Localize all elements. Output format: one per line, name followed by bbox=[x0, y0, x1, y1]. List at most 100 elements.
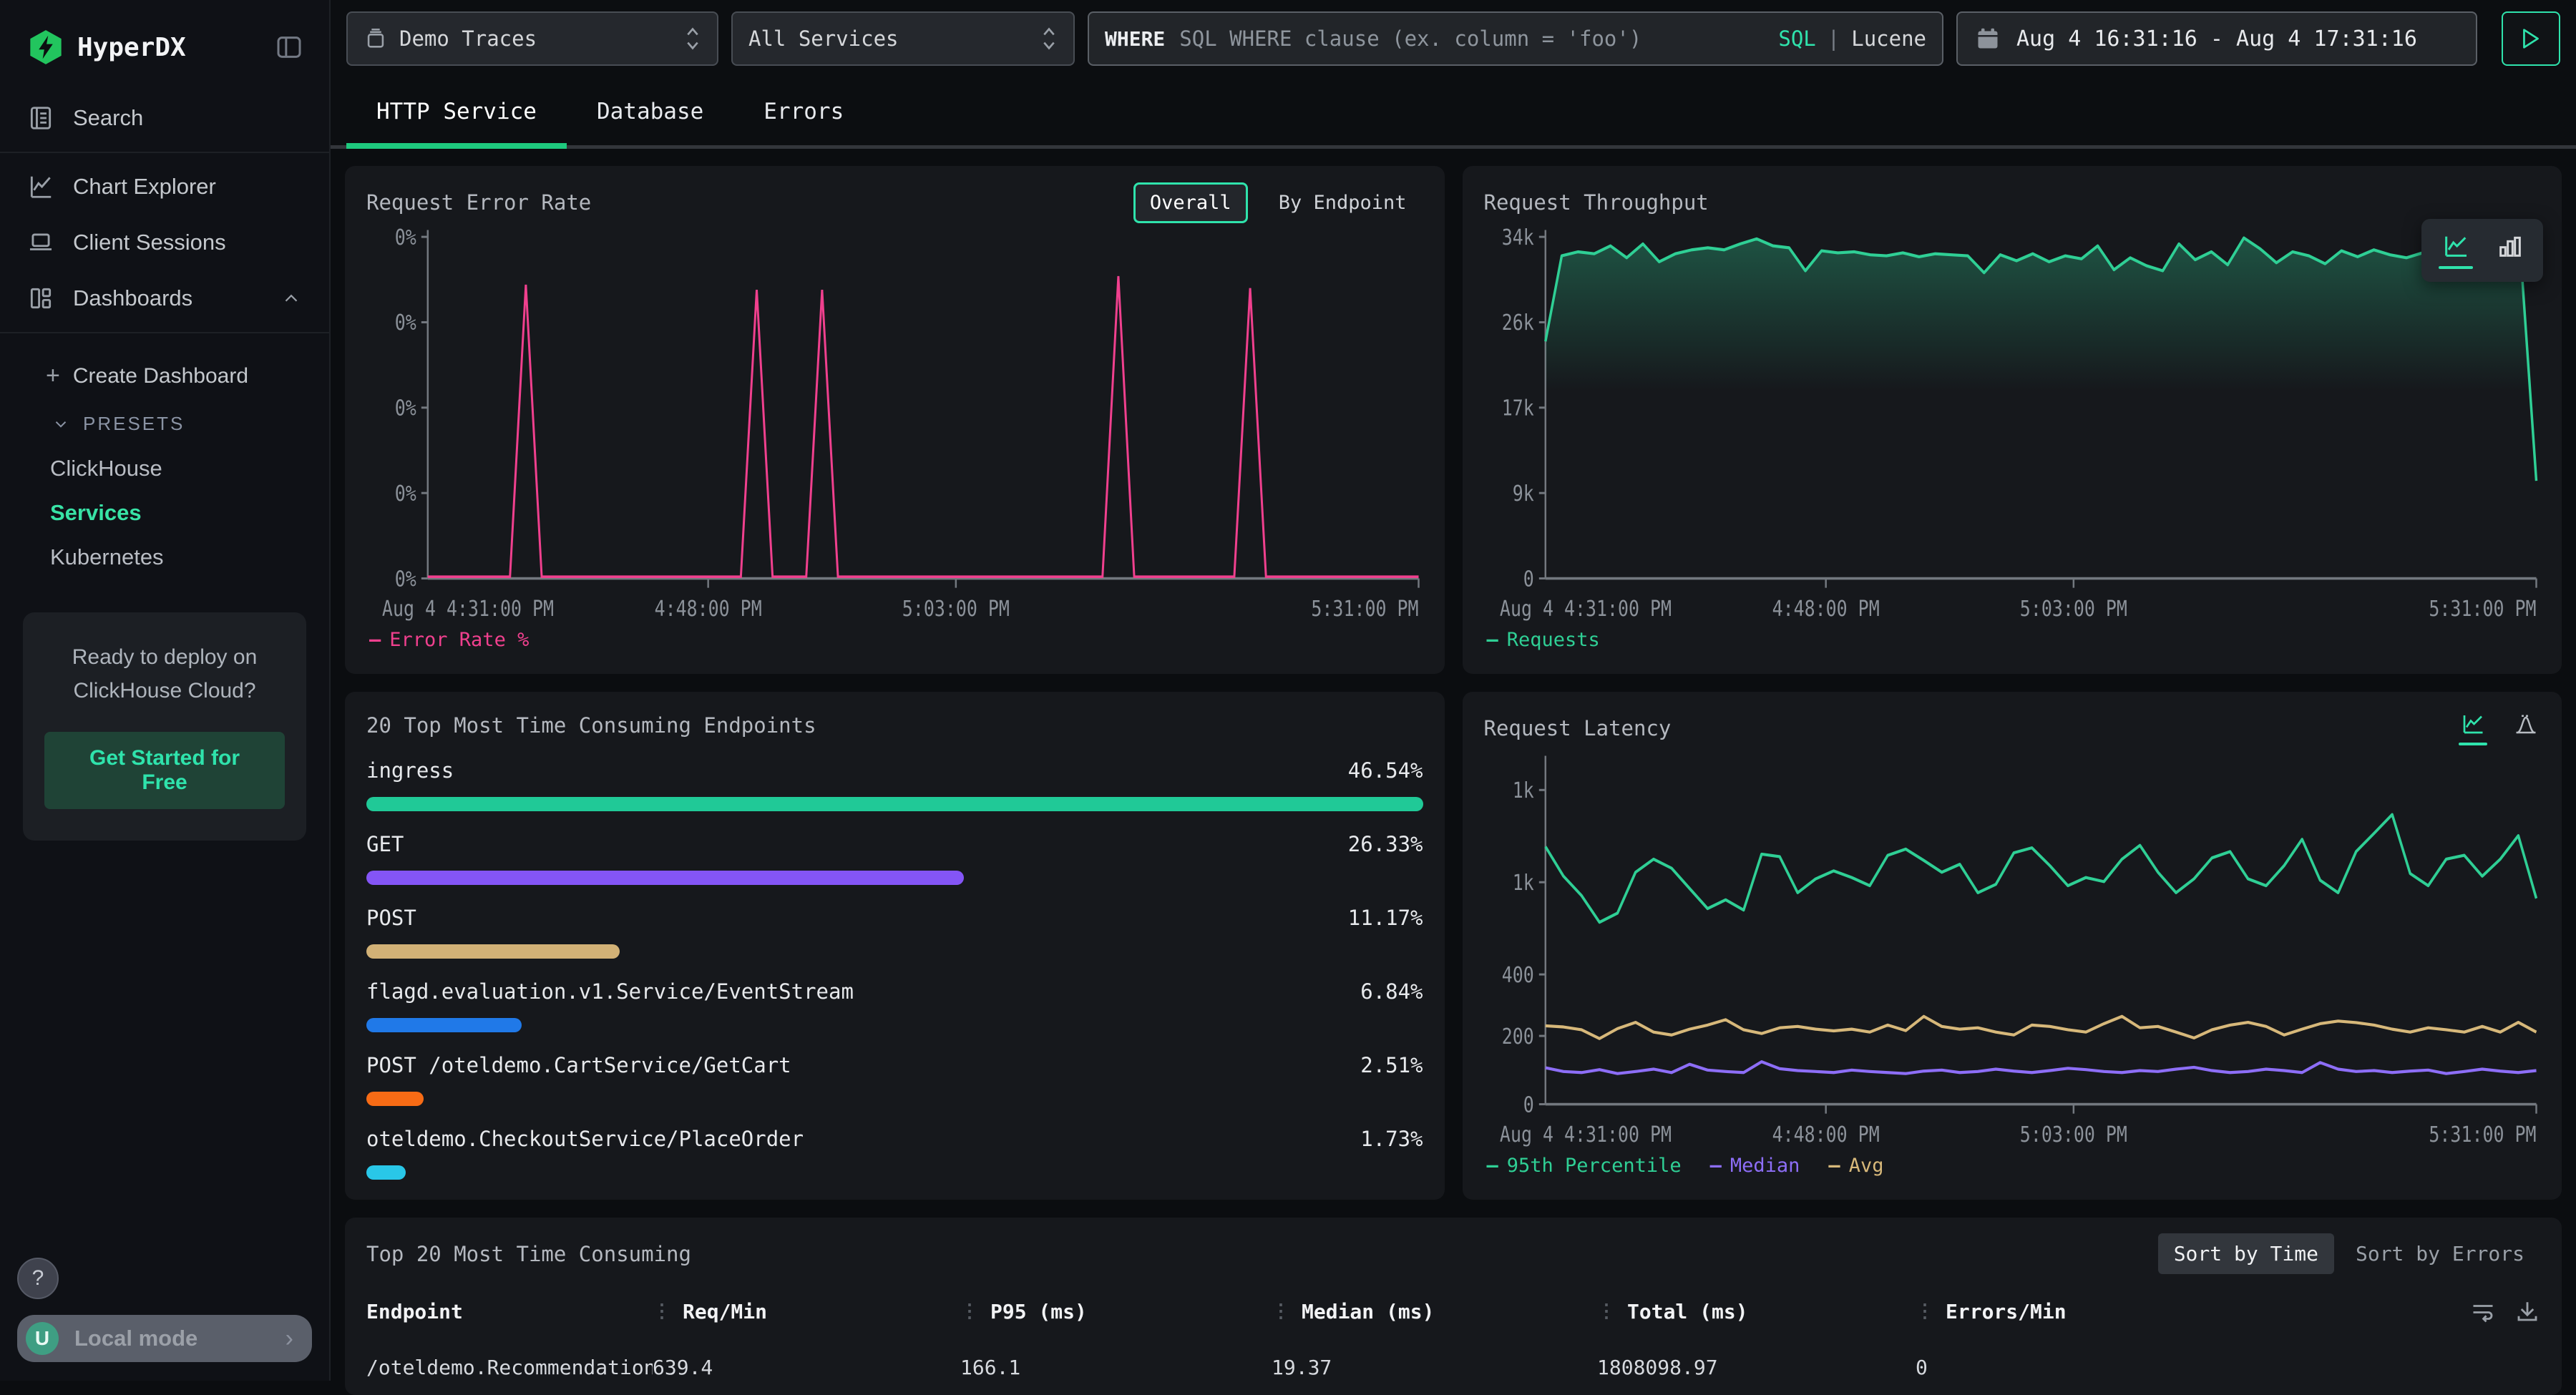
avatar: U bbox=[26, 1322, 59, 1355]
column-header[interactable]: ⋮Errors/Min bbox=[1916, 1300, 2462, 1323]
legend-item: —Avg bbox=[1828, 1155, 1883, 1177]
legend-item: —Error Rate % bbox=[369, 629, 529, 651]
endpoint-row: flagd.evaluation.v1.Service/EventStream6… bbox=[366, 979, 1423, 1032]
dashboards-icon bbox=[27, 285, 54, 312]
table-cell[interactable]: 639.4 bbox=[653, 1356, 960, 1379]
sidebar: HyperDX Search Chart Explorer Client Ses… bbox=[0, 0, 331, 1381]
svg-text:9k: 9k bbox=[1512, 481, 1533, 506]
wrap-lines-icon[interactable] bbox=[2470, 1298, 2496, 1324]
histogram-icon[interactable] bbox=[2512, 711, 2540, 737]
by-endpoint-toggle-button[interactable]: By Endpoint bbox=[1262, 182, 1423, 223]
endpoint-percent: 6.84% bbox=[1360, 979, 1423, 1004]
get-started-button[interactable]: Get Started for Free bbox=[44, 732, 285, 809]
tab-database[interactable]: Database bbox=[567, 76, 733, 149]
help-button[interactable]: ? bbox=[17, 1258, 59, 1299]
create-dashboard-label: Create Dashboard bbox=[73, 364, 248, 388]
column-header[interactable]: ⋮Median (ms) bbox=[1272, 1300, 1597, 1323]
clickhouse-cloud-promo: Ready to deploy on ClickHouse Cloud? Get… bbox=[23, 612, 306, 841]
endpoint-bar-list: ingress46.54%GET26.33%POST11.17%flagd.ev… bbox=[366, 758, 1423, 1200]
endpoint-percent: 1.73% bbox=[1360, 1127, 1423, 1151]
endpoint-label: oteldemo.CheckoutService/PlaceOrder bbox=[366, 1127, 804, 1151]
column-header[interactable]: ⋮P95 (ms) bbox=[960, 1300, 1272, 1323]
svg-text:4:48:00 PM: 4:48:00 PM bbox=[1772, 1122, 1879, 1147]
sidebar-item-client-sessions[interactable]: Client Sessions bbox=[0, 215, 329, 270]
endpoint-row: POST /oteldemo.CartService/GetCart2.51% bbox=[366, 1053, 1423, 1106]
column-header[interactable]: ⋮Total (ms) bbox=[1597, 1300, 1916, 1323]
column-header[interactable]: Endpoint bbox=[366, 1300, 653, 1323]
legend-item: —95th Percentile bbox=[1487, 1155, 1682, 1177]
search-logs-icon bbox=[27, 104, 54, 132]
drag-handle-icon[interactable]: ⋮ bbox=[1916, 1301, 1934, 1322]
column-header[interactable]: ⋮Req/Min bbox=[653, 1300, 960, 1323]
tab-http-service[interactable]: HTTP Service bbox=[346, 76, 567, 149]
service-select[interactable]: All Services bbox=[731, 11, 1075, 66]
tab-errors[interactable]: Errors bbox=[733, 76, 874, 149]
table-cell[interactable]: 1808098.97 bbox=[1597, 1356, 1916, 1379]
svg-text:5:31:00 PM: 5:31:00 PM bbox=[1311, 597, 1418, 622]
panel-title: Top 20 Most Time Consuming bbox=[366, 1242, 691, 1266]
line-chart-icon[interactable] bbox=[2439, 232, 2473, 269]
mode-divider: | bbox=[1828, 26, 1840, 51]
search-input[interactable] bbox=[1178, 26, 1778, 52]
user-mode-label: Local mode bbox=[74, 1326, 286, 1351]
panel-request-error-rate: Request Error Rate Overall By Endpoint 0… bbox=[345, 166, 1445, 674]
overall-toggle-button[interactable]: Overall bbox=[1133, 182, 1248, 223]
svg-text:1k: 1k bbox=[1512, 778, 1533, 803]
endpoint-percent: 46.54% bbox=[1348, 758, 1423, 783]
presets-label: PRESETS bbox=[83, 413, 185, 435]
svg-text:5:03:00 PM: 5:03:00 PM bbox=[2019, 1122, 2127, 1147]
sql-mode-toggle[interactable]: SQL bbox=[1778, 26, 1815, 51]
sort-by-errors-button[interactable]: Sort by Errors bbox=[2340, 1233, 2540, 1274]
chart-type-controls bbox=[2421, 219, 2543, 282]
source-select-value: Demo Traces bbox=[399, 26, 537, 51]
laptop-icon bbox=[27, 229, 54, 256]
user-menu[interactable]: U Local mode › bbox=[17, 1315, 312, 1362]
drag-handle-icon[interactable]: ⋮ bbox=[653, 1301, 671, 1322]
create-dashboard-button[interactable]: + Create Dashboard bbox=[0, 351, 329, 401]
sidebar-item-search[interactable]: Search bbox=[0, 90, 329, 146]
source-select[interactable]: Demo Traces bbox=[346, 11, 718, 66]
sidebar-divider bbox=[0, 152, 329, 153]
chevron-down-icon bbox=[52, 415, 70, 434]
sidebar-item-label: Search bbox=[73, 105, 143, 131]
sort-by-time-button[interactable]: Sort by Time bbox=[2158, 1233, 2334, 1274]
table-cell[interactable]: 0 bbox=[1916, 1356, 2462, 1379]
svg-text:0%: 0% bbox=[395, 225, 416, 250]
sidebar-item-dashboards[interactable]: Dashboards bbox=[0, 270, 329, 326]
endpoint-bar bbox=[366, 1092, 424, 1106]
sidebar-collapse-icon[interactable] bbox=[275, 33, 303, 62]
drag-handle-icon[interactable]: ⋮ bbox=[960, 1301, 979, 1322]
sidebar-item-services[interactable]: Services bbox=[0, 491, 329, 535]
drag-handle-icon[interactable]: ⋮ bbox=[1272, 1301, 1290, 1322]
endpoint-row: POST11.17% bbox=[366, 906, 1423, 959]
download-icon[interactable] bbox=[2514, 1298, 2540, 1324]
topbar: Demo Traces All Services WHERE SQL | Luc… bbox=[331, 0, 2576, 76]
table-cell[interactable]: 19.37 bbox=[1272, 1356, 1597, 1379]
chevron-right-icon: › bbox=[286, 1325, 293, 1353]
time-range-picker[interactable]: Aug 4 16:31:16 - Aug 4 17:31:16 bbox=[1956, 11, 2477, 66]
error-rate-legend: —Error Rate % bbox=[366, 625, 1423, 658]
drag-handle-icon[interactable]: ⋮ bbox=[1597, 1301, 1616, 1322]
table-cell[interactable]: 166.1 bbox=[960, 1356, 1272, 1379]
logo-row: HyperDX bbox=[0, 0, 329, 90]
endpoint-label: POST bbox=[366, 906, 416, 930]
sidebar-item-chart-explorer[interactable]: Chart Explorer bbox=[0, 159, 329, 215]
run-query-button[interactable] bbox=[2502, 11, 2560, 66]
endpoint-row: GET26.33% bbox=[366, 832, 1423, 885]
main-area: Demo Traces All Services WHERE SQL | Luc… bbox=[331, 0, 2576, 1381]
endpoints-table: Endpoint⋮Req/Min⋮P95 (ms)⋮Median (ms)⋮To… bbox=[366, 1298, 2540, 1379]
svg-text:0%: 0% bbox=[395, 310, 416, 336]
presets-toggle[interactable]: PRESETS bbox=[0, 401, 329, 446]
svg-text:1k: 1k bbox=[1512, 871, 1533, 896]
bar-chart-icon[interactable] bbox=[2494, 232, 2526, 269]
svg-text:0: 0 bbox=[1523, 1092, 1533, 1117]
svg-text:Aug 4 4:31:00 PM: Aug 4 4:31:00 PM bbox=[1499, 1122, 1671, 1147]
sidebar-item-clickhouse[interactable]: ClickHouse bbox=[0, 446, 329, 491]
table-cell[interactable]: /oteldemo.RecommendationServ bbox=[366, 1356, 653, 1379]
sidebar-item-kubernetes[interactable]: Kubernetes bbox=[0, 535, 329, 579]
endpoint-bar bbox=[366, 1018, 522, 1032]
line-chart-icon[interactable] bbox=[2459, 711, 2487, 745]
lucene-mode-toggle[interactable]: Lucene bbox=[1851, 26, 1926, 51]
sidebar-item-label: Client Sessions bbox=[73, 230, 226, 255]
svg-text:0%: 0% bbox=[395, 567, 416, 592]
